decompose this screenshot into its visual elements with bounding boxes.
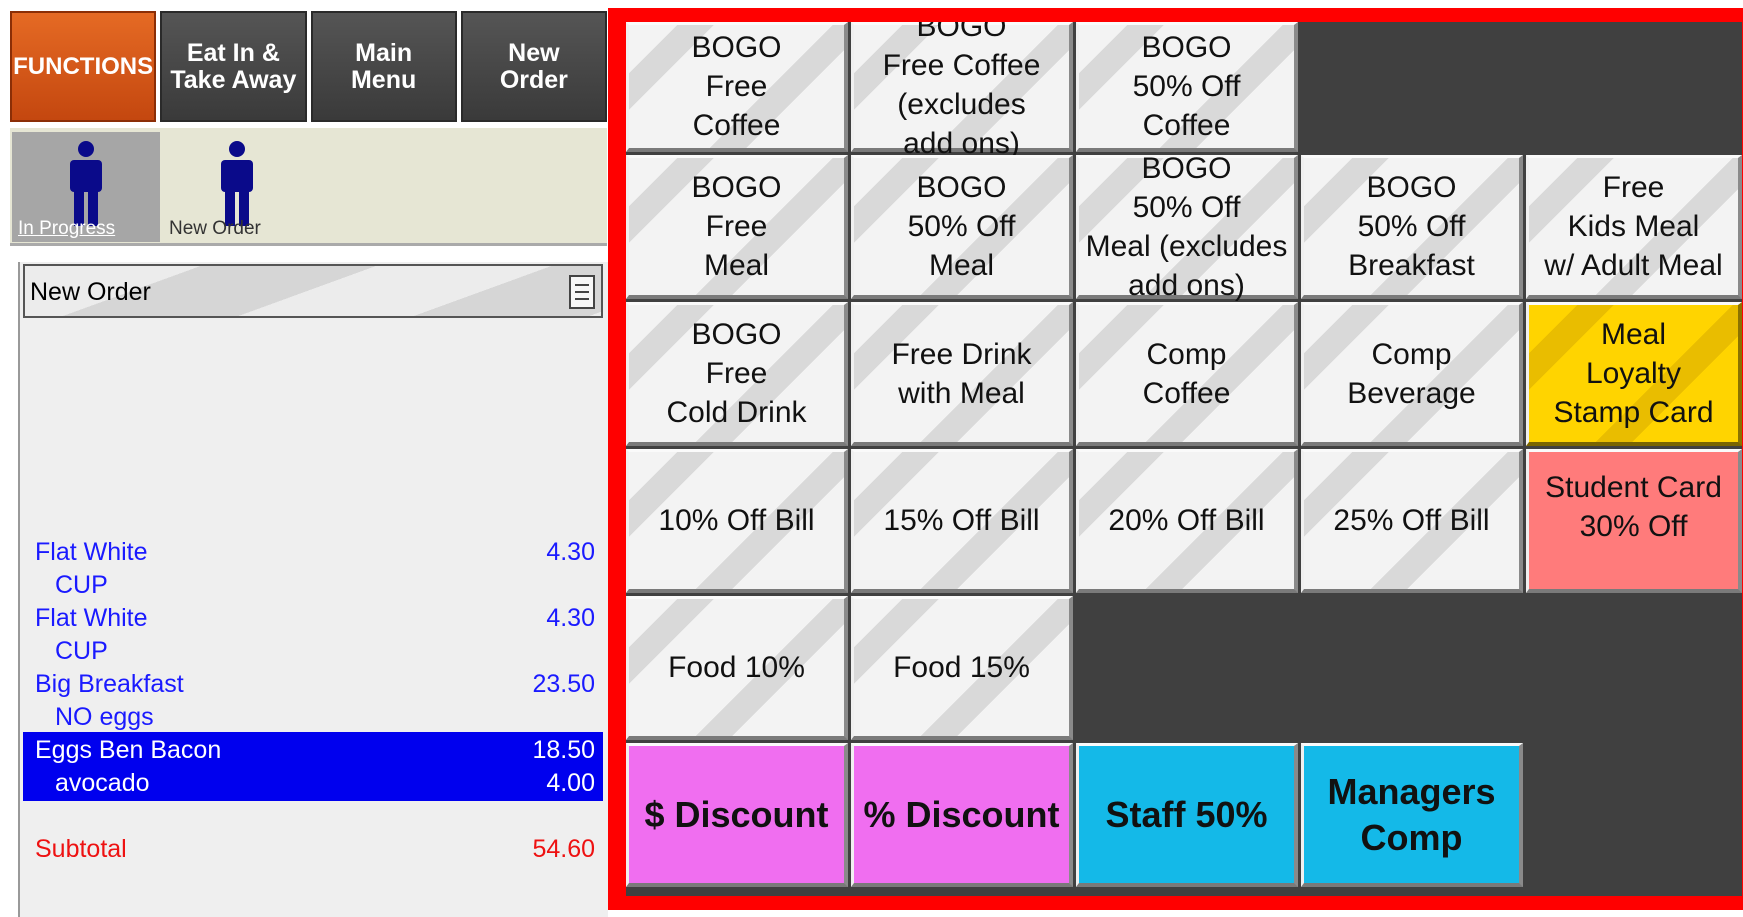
new-order-nav-button[interactable]: New Order: [460, 11, 607, 122]
ticket-header: New Order: [23, 264, 603, 318]
subtotal-label: Subtotal: [35, 835, 127, 863]
list-item-selected[interactable]: Eggs Ben Bacon 18.50: [23, 732, 603, 768]
button-label: Comp Beverage: [1347, 337, 1476, 410]
button-label: Food 15%: [893, 651, 1030, 684]
button-label: BOGO 50% Off Meal (excludes add ons): [1085, 151, 1288, 302]
order-tabs: In Progress New Order: [10, 128, 607, 246]
button-label: $ Discount: [644, 794, 829, 835]
bogo-free-cold-drink-button[interactable]: BOGO Free Cold Drink: [626, 302, 848, 446]
person-icon: [70, 141, 102, 226]
eat-in-take-away-button[interactable]: Eat In & Take Away: [160, 11, 307, 122]
item-name: avocado: [55, 769, 150, 797]
person-icon: [221, 141, 253, 226]
bogo-free-coffee-button[interactable]: BOGO Free Coffee: [626, 22, 848, 152]
item-price: 18.50: [532, 736, 595, 764]
list-item-selected[interactable]: avocado 4.00: [23, 765, 603, 801]
order-panel: FUNCTIONS Eat In & Take Away Main Menu N…: [0, 0, 608, 917]
list-item[interactable]: Flat White 4.30: [23, 534, 603, 570]
button-label: BOGO 50% Off Breakfast: [1348, 171, 1475, 282]
item-name: Flat White: [35, 538, 148, 566]
button-label: Staff 50%: [1105, 793, 1268, 835]
button-label: 20% Off Bill: [1108, 504, 1265, 537]
order-tab-label: In Progress: [18, 218, 116, 239]
button-label: Food 10%: [668, 651, 805, 684]
bogo-50-meal-button[interactable]: BOGO 50% Off Meal: [851, 155, 1073, 299]
item-price: 4.30: [546, 604, 595, 632]
item-price: 23.50: [532, 670, 595, 698]
discount-grid: BOGO Free Coffee BOGO Free Coffee (exclu…: [626, 22, 1742, 896]
button-label: BOGO Free Cold Drink: [666, 318, 807, 429]
button-label: BOGO 50% Off Meal: [907, 171, 1016, 282]
order-tab-label: New Order: [169, 218, 261, 239]
comp-beverage-button[interactable]: Comp Beverage: [1301, 302, 1523, 446]
twenty-five-percent-off-bill-button[interactable]: 25% Off Bill: [1301, 449, 1523, 593]
button-label: BOGO Free Coffee (excludes add ons): [882, 22, 1041, 160]
food-15-percent-button[interactable]: Food 15%: [851, 596, 1073, 740]
button-label: Meal Loyalty Stamp Card: [1553, 318, 1714, 429]
order-tab-in-progress[interactable]: In Progress: [12, 132, 160, 242]
button-label: BOGO 50% Off Coffee: [1132, 31, 1241, 142]
subtotal-row: Subtotal 54.60: [23, 831, 603, 867]
button-label: Student Card 30% Off: [1545, 470, 1722, 543]
free-kids-meal-button[interactable]: Free Kids Meal w/ Adult Meal: [1526, 155, 1742, 299]
ten-percent-off-bill-button[interactable]: 10% Off Bill: [626, 449, 848, 593]
button-label: Free Drink with Meal: [891, 337, 1032, 410]
button-label: Free Kids Meal w/ Adult Meal: [1544, 171, 1723, 282]
meal-loyalty-stamp-card-button[interactable]: Meal Loyalty Stamp Card: [1526, 302, 1742, 446]
item-name: CUP: [55, 571, 108, 599]
percent-discount-button[interactable]: % Discount: [851, 743, 1073, 887]
button-label: 25% Off Bill: [1333, 504, 1490, 537]
button-label: % Discount: [863, 794, 1060, 835]
managers-comp-button[interactable]: Managers Comp: [1301, 743, 1523, 887]
bogo-50-breakfast-button[interactable]: BOGO 50% Off Breakfast: [1301, 155, 1523, 299]
item-name: CUP: [55, 637, 108, 665]
student-card-30-off-button[interactable]: Student Card 30% Off: [1526, 449, 1742, 593]
list-item[interactable]: Flat White 4.30: [23, 600, 603, 636]
list-item[interactable]: NO eggs: [23, 699, 603, 735]
order-tab-new-order[interactable]: New Order: [163, 132, 311, 242]
item-name: Big Breakfast: [35, 670, 184, 698]
bogo-free-coffee-excludes-button[interactable]: BOGO Free Coffee (excludes add ons): [851, 22, 1073, 160]
item-price: 4.00: [546, 769, 595, 797]
bogo-free-meal-button[interactable]: BOGO Free Meal: [626, 155, 848, 299]
main-menu-button[interactable]: Main Menu: [310, 11, 457, 122]
ticket-title: New Order: [30, 278, 151, 306]
free-drink-with-meal-button[interactable]: Free Drink with Meal: [851, 302, 1073, 446]
button-label: BOGO Free Meal: [691, 171, 782, 282]
button-label: 15% Off Bill: [883, 504, 1040, 537]
item-name: NO eggs: [55, 703, 154, 731]
bogo-50-meal-excludes-button[interactable]: BOGO 50% Off Meal (excludes add ons): [1076, 152, 1298, 302]
item-name: Eggs Ben Bacon: [35, 736, 222, 764]
food-10-percent-button[interactable]: Food 10%: [626, 596, 848, 740]
button-label: BOGO Free Coffee: [691, 31, 782, 142]
dollar-discount-button[interactable]: $ Discount: [626, 743, 848, 887]
item-price: 4.30: [546, 538, 595, 566]
discount-grid-frame: BOGO Free Coffee BOGO Free Coffee (exclu…: [608, 8, 1743, 910]
bogo-50-coffee-button[interactable]: BOGO 50% Off Coffee: [1076, 22, 1298, 152]
functions-button[interactable]: FUNCTIONS: [10, 11, 157, 122]
order-ticket: New Order Flat White 4.30 CUP Flat White…: [18, 262, 608, 917]
button-label: Comp Coffee: [1142, 337, 1231, 410]
subtotal-value: 54.60: [532, 835, 595, 863]
comp-coffee-button[interactable]: Comp Coffee: [1076, 302, 1298, 446]
list-item[interactable]: CUP: [23, 633, 603, 669]
top-navigation: FUNCTIONS Eat In & Take Away Main Menu N…: [10, 11, 607, 122]
list-icon[interactable]: [569, 275, 595, 309]
twenty-percent-off-bill-button[interactable]: 20% Off Bill: [1076, 449, 1298, 593]
list-item[interactable]: Big Breakfast 23.50: [23, 666, 603, 702]
button-label: Managers Comp: [1327, 770, 1496, 858]
list-item[interactable]: CUP: [23, 567, 603, 603]
fifteen-percent-off-bill-button[interactable]: 15% Off Bill: [851, 449, 1073, 593]
staff-50-button[interactable]: Staff 50%: [1076, 743, 1298, 887]
item-name: Flat White: [35, 604, 148, 632]
button-label: 10% Off Bill: [658, 504, 815, 537]
